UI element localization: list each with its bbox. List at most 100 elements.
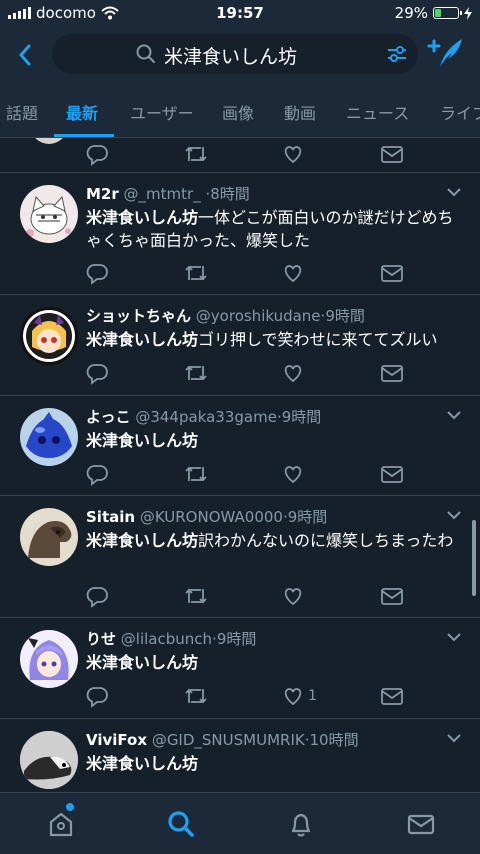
tab-users[interactable]: ユーザー <box>130 100 194 124</box>
tweet[interactable]: M2r @_mtmtr_ ·8時間 米津食いしん坊一体どこが面白いのか謎だけどめ… <box>0 173 480 295</box>
like-button[interactable] <box>282 462 308 486</box>
tab-trending[interactable]: 話題 <box>6 100 38 124</box>
like-button[interactable] <box>282 261 308 285</box>
search-query: 米津食いしん坊 <box>164 46 298 68</box>
envelope-icon[interactable] <box>380 142 404 166</box>
handle[interactable]: @GID_SNUSMUMRIK <box>152 731 305 749</box>
tweet-partial[interactable] <box>0 138 480 173</box>
like-button[interactable] <box>282 361 308 385</box>
timestamp: 9時間 <box>287 508 328 526</box>
battery-percent: 29% <box>394 4 428 22</box>
like-count: 1 <box>308 688 317 704</box>
tab-indicator <box>54 134 114 137</box>
reply-icon[interactable] <box>86 361 108 385</box>
search-header: 米津食いしん坊 <box>0 26 480 86</box>
avatar[interactable] <box>20 408 78 466</box>
chevron-down-icon[interactable] <box>446 510 462 520</box>
retweet-icon[interactable] <box>184 261 208 285</box>
tab-images[interactable]: 画像 <box>222 100 254 124</box>
reply-icon[interactable] <box>86 142 108 166</box>
tweet-text-bold: 米津食いしん坊 <box>86 208 199 227</box>
display-name[interactable]: よっこ <box>86 408 131 426</box>
tweet[interactable]: りせ @lilacbunch·9時間 米津食いしん坊 1 <box>0 618 480 719</box>
timestamp: 9時間 <box>325 307 365 325</box>
bell-icon[interactable] <box>286 809 316 839</box>
tweet-meta: Sitain @KURONOWA0000·9時間 <box>86 508 328 526</box>
heart-icon <box>284 588 302 606</box>
chevron-down-icon[interactable] <box>446 187 462 197</box>
avatar[interactable] <box>30 138 68 144</box>
tab-live[interactable]: ライブ <box>440 100 480 124</box>
display-name[interactable]: りせ <box>86 630 116 648</box>
tweet[interactable]: Sitain @KURONOWA0000·9時間 米津食いしん坊訳わかんないのに… <box>0 496 480 618</box>
reply-icon[interactable] <box>86 684 108 708</box>
retweet-icon[interactable] <box>184 684 208 708</box>
display-name[interactable]: ショットちゃん <box>86 307 191 325</box>
heart-icon <box>284 265 302 283</box>
retweet-icon[interactable] <box>184 584 208 608</box>
tweet-text-rest: 訳わかんないのに爆笑しちまったわ <box>198 531 454 550</box>
tweet-text-bold: 米津食いしん坊 <box>86 754 199 773</box>
envelope-icon[interactable] <box>380 684 404 708</box>
anime-girl-avatar-image <box>28 638 69 680</box>
tweet-text: 米津食いしん坊訳わかんないのに爆笑しちまったわ <box>86 529 462 552</box>
timestamp: 9時間 <box>281 408 322 426</box>
display-name[interactable]: M2r <box>86 185 119 203</box>
handle[interactable]: @_mtmtr_ <box>124 185 201 203</box>
tweet[interactable]: ショットちゃん @yoroshikudane·9時間 米津食いしん坊ゴリ押しで笑… <box>0 295 480 396</box>
like-button[interactable]: 1 <box>282 684 317 708</box>
tweet[interactable]: ViviFox @GID_SNUSMUMRIK·10時間 米津食いしん坊 <box>0 719 480 792</box>
reply-icon[interactable] <box>86 261 108 285</box>
handle[interactable]: @344paka33game <box>135 408 277 426</box>
battery-icon <box>433 7 462 19</box>
tweet-text-bold: 米津食いしん坊 <box>86 330 199 349</box>
avatar[interactable] <box>20 731 78 789</box>
tab-videos[interactable]: 動画 <box>284 100 316 124</box>
reply-icon[interactable] <box>86 462 108 486</box>
tweet-feed[interactable]: M2r @_mtmtr_ ·8時間 米津食いしん坊一体どこが面白いのか謎だけどめ… <box>0 138 480 792</box>
envelope-icon[interactable] <box>380 462 404 486</box>
badger-avatar-image <box>20 731 78 789</box>
envelope-icon[interactable] <box>406 809 436 839</box>
handle[interactable]: @yoroshikudane <box>196 307 321 325</box>
filter-sliders-icon[interactable] <box>386 43 408 65</box>
handle[interactable]: @KURONOWA0000 <box>140 508 283 526</box>
tab-news[interactable]: ニュース <box>346 100 409 124</box>
tweet[interactable]: よっこ @344paka33game·9時間 米津食いしん坊 <box>0 396 480 496</box>
envelope-icon[interactable] <box>380 361 404 385</box>
search-input[interactable]: 米津食いしん坊 <box>52 34 418 74</box>
display-name[interactable]: Sitain <box>86 508 135 526</box>
anime-girl-avatar-image <box>23 310 75 362</box>
bottom-navigation <box>0 792 480 854</box>
search-icon[interactable] <box>166 809 196 839</box>
avatar[interactable] <box>20 185 78 243</box>
tweet-text: 米津食いしん坊 <box>86 651 462 674</box>
reply-icon[interactable] <box>86 584 108 608</box>
display-name[interactable]: ViviFox <box>86 731 147 749</box>
heart-icon[interactable] <box>282 142 304 166</box>
handle[interactable]: @lilacbunch <box>121 630 212 648</box>
retweet-icon[interactable] <box>184 142 208 166</box>
tab-latest[interactable]: 最新 <box>66 100 98 124</box>
home-icon[interactable] <box>46 809 76 839</box>
like-button[interactable] <box>282 584 308 608</box>
scrollbar[interactable] <box>472 520 476 596</box>
retweet-icon[interactable] <box>184 361 208 385</box>
avatar[interactable] <box>20 508 78 566</box>
chevron-down-icon[interactable] <box>446 632 462 642</box>
envelope-icon[interactable] <box>380 261 404 285</box>
heart-icon <box>284 688 302 706</box>
compose-feather-icon[interactable] <box>426 36 466 70</box>
retweet-icon[interactable] <box>184 462 208 486</box>
chevron-down-icon[interactable] <box>446 733 462 743</box>
charging-icon <box>464 6 472 20</box>
back-button[interactable] <box>12 40 40 70</box>
chevron-down-icon[interactable] <box>446 410 462 420</box>
avatar[interactable] <box>20 307 78 365</box>
envelope-icon[interactable] <box>380 584 404 608</box>
tweet-meta: りせ @lilacbunch·9時間 <box>86 630 257 648</box>
tweet-text-bold: 米津食いしん坊 <box>86 431 199 450</box>
tweet-text: 米津食いしん坊一体どこが面白いのか謎だけどめちゃくちゃ面白かった、爆笑した <box>86 206 462 252</box>
battery-fill <box>435 9 442 17</box>
avatar[interactable] <box>20 630 78 688</box>
